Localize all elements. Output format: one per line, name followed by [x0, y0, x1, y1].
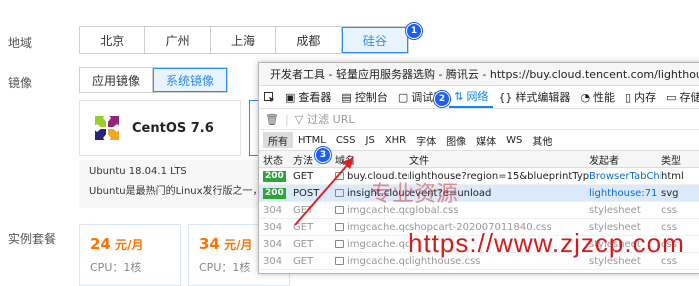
tab-console[interactable]: ▤ 控制台	[336, 86, 392, 108]
os-description: Ubuntu 18.04.1 LTS Ubuntu是最热门的Linux发行版之一…	[79, 160, 269, 208]
row-status: 304	[263, 221, 283, 233]
devtools-toolbar: ▣查看器 ▤控制台 ▢调试器 ⇅网络 {}样式编辑器 ◔性能 ▯内存 ▭存储 ♿…	[259, 86, 699, 109]
tab-performance[interactable]: ◔ 性能	[575, 86, 620, 108]
type-media[interactable]: 媒体	[471, 132, 501, 148]
debugger-icon: ▢	[397, 90, 409, 104]
os-card-centos[interactable]: CentOS 7.6	[79, 100, 241, 156]
tab-memory[interactable]: ▯ 内存	[620, 86, 661, 108]
row-status: 200	[263, 188, 286, 199]
row-status: 200	[263, 171, 286, 182]
watermark-cn: 专业资源	[370, 182, 459, 207]
package-price-2: 34 元/月	[199, 235, 253, 253]
style-editor-icon: {}	[498, 90, 513, 104]
tab-system-image[interactable]: 系统镜像	[153, 68, 228, 92]
watermark-url: https://www.zjzcp.com	[408, 228, 685, 258]
region-option-silicon-valley[interactable]: 硅谷	[341, 27, 409, 53]
tab-storage[interactable]: ▭存储	[661, 86, 699, 108]
type-all[interactable]: 所有	[263, 132, 293, 148]
type-html[interactable]: HTML	[293, 132, 331, 148]
tab-inspector[interactable]: ▣ 查看器	[280, 86, 336, 108]
package-cpu-1: CPU：1核	[90, 261, 142, 274]
pick-element-icon[interactable]	[259, 86, 280, 108]
row-initiator: lighthouse:71 (b...	[589, 187, 661, 199]
region-option-beijing[interactable]: 北京	[80, 27, 146, 53]
image-type-tabs: 应用镜像 系统镜像	[79, 67, 229, 93]
os-name: CentOS 7.6	[132, 120, 214, 136]
row-method: GET	[293, 238, 314, 250]
row-status: 304	[263, 204, 283, 216]
type-xhr[interactable]: XHR	[380, 132, 411, 148]
row-type: html	[661, 170, 684, 182]
package-cpu-2: CPU：1核	[199, 261, 251, 274]
centos-logo-icon	[92, 113, 122, 143]
type-other[interactable]: 其他	[527, 132, 557, 148]
col-type[interactable]: 类型	[661, 152, 699, 167]
image-label: 镜像	[8, 76, 33, 90]
row-type: svg	[661, 187, 679, 199]
region-selector: 北京 广州 上海 成都 硅谷	[79, 26, 409, 54]
lock-icon	[335, 274, 344, 275]
row-initiator: stylesheet	[589, 204, 641, 216]
row-initiator: BrowserTabChil...	[589, 170, 661, 182]
row-type: css	[661, 204, 677, 216]
network-icon: ⇅	[454, 89, 464, 103]
region-option-shanghai[interactable]: 上海	[210, 27, 277, 53]
step-2-marker: 2	[434, 91, 450, 107]
table-row[interactable]: 304GETimgcache.qq.... css	[259, 270, 699, 274]
row-method: GET	[293, 273, 335, 274]
trash-icon[interactable]: 🗑	[265, 113, 279, 126]
row-domain: imgcache.qq....	[335, 273, 409, 275]
type-ws[interactable]: WS	[501, 132, 527, 148]
os-version: Ubuntu 18.04.1 LTS	[89, 166, 187, 177]
devtools-title-bar: 开发者工具 - 轻量应用服务器选购 - 腾讯云 - https://buy.cl…	[259, 63, 699, 86]
type-image[interactable]: 图像	[441, 132, 471, 148]
type-css[interactable]: CSS	[331, 132, 361, 148]
region-label: 地域	[8, 36, 33, 50]
col-file[interactable]: 文件	[409, 152, 589, 167]
tab-network[interactable]: ⇅ 网络	[449, 86, 494, 108]
devtools-title: 开发者工具 - 轻量应用服务器选购 - 腾讯云 - https://buy.cl…	[270, 68, 699, 81]
console-icon: ▤	[341, 90, 352, 104]
storage-icon: ▭	[666, 90, 677, 104]
row-status: 304	[259, 273, 293, 274]
row-type: css	[661, 273, 699, 274]
url-filter[interactable]: 🗑 | ▽ 过滤 URL	[259, 109, 699, 130]
col-initiator[interactable]: 发起者	[589, 152, 661, 167]
os-desc-text: Ubuntu是最热门的Linux发行版之一，是一款开	[89, 186, 269, 197]
type-font[interactable]: 字体	[411, 132, 441, 148]
step-1-marker: 1	[406, 23, 422, 39]
col-status[interactable]: 状态	[259, 152, 293, 167]
filter-icon: ▽	[294, 112, 304, 126]
lock-icon	[335, 239, 344, 248]
lock-icon	[335, 256, 344, 265]
inspector-icon: ▣	[285, 90, 296, 104]
filter-input[interactable]: 过滤 URL	[307, 111, 354, 127]
row-status: 304	[263, 238, 283, 250]
tab-app-image[interactable]: 应用镜像	[80, 68, 154, 92]
annotation-arrow-icon	[294, 157, 354, 226]
region-option-chengdu[interactable]: 成都	[276, 27, 342, 53]
memory-icon: ▯	[625, 90, 632, 104]
package-price-1: 24 元/月	[90, 235, 144, 253]
region-option-guangzhou[interactable]: 广州	[145, 27, 211, 53]
tab-style-editor[interactable]: {} 样式编辑器	[493, 86, 575, 108]
type-js[interactable]: JS	[361, 132, 380, 148]
performance-icon: ◔	[580, 90, 591, 104]
package-label: 实例套餐	[8, 232, 57, 246]
package-card-1[interactable]: 24 元/月 CPU：1核	[79, 224, 181, 286]
row-domain: imgcache.qq....	[335, 239, 409, 250]
